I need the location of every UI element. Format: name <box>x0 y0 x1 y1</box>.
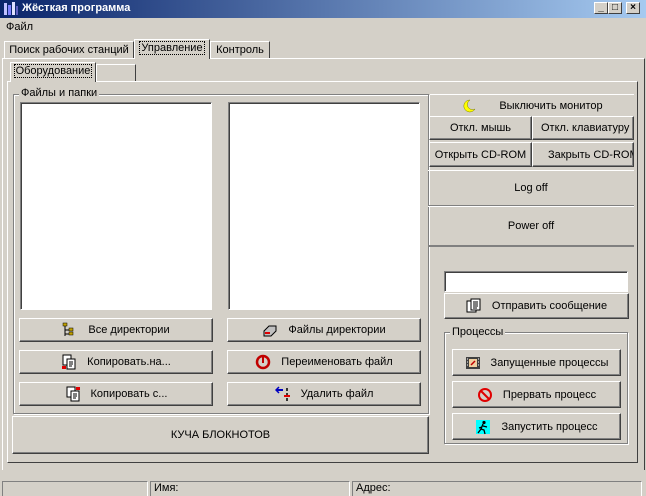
close-button[interactable]: × <box>626 2 640 14</box>
menu-file[interactable]: Файл <box>6 21 33 33</box>
file-list[interactable] <box>228 102 420 310</box>
title-bar[interactable]: Жёсткая программа _ □ × <box>0 0 646 18</box>
moon-icon <box>463 99 476 113</box>
tab-control[interactable]: Управление <box>134 39 210 59</box>
directory-files-button[interactable]: Файлы директории <box>227 318 421 342</box>
copy-to-button[interactable]: Копировать.на... <box>19 350 213 374</box>
maximize-icon: □ <box>611 2 619 13</box>
monitor-off-button[interactable]: Выключить монитор <box>430 94 634 117</box>
subtab-blank[interactable] <box>96 64 136 81</box>
minimize-icon: _ <box>598 2 604 13</box>
message-input[interactable] <box>444 271 628 292</box>
film-icon <box>465 356 480 369</box>
delete-file-button[interactable]: Удалить файл <box>227 382 421 406</box>
status-address: Адрес: <box>352 481 642 496</box>
keyboard-off-button[interactable]: Откл. клавиатуру <box>532 116 634 140</box>
stop-icon <box>477 387 492 402</box>
tree-icon <box>63 322 74 336</box>
poweroff-button[interactable]: Power off <box>428 206 634 247</box>
notepads-button[interactable]: КУЧА БЛОКНОТОВ <box>12 416 429 454</box>
processes-group-label: Процессы <box>450 326 506 338</box>
cd-open-button[interactable]: Открыть CD-ROM <box>429 142 532 167</box>
status-cell-blank <box>2 481 148 496</box>
copy-from-icon <box>66 386 80 402</box>
kill-process-button[interactable]: Прервать процесс <box>452 381 621 408</box>
delete-icon <box>274 386 290 401</box>
directory-list[interactable] <box>20 102 212 310</box>
copy-icon <box>62 354 76 370</box>
subtab-hardware[interactable]: Оборудование <box>10 62 96 82</box>
run-icon <box>476 419 491 434</box>
window-title: Жёсткая программа <box>22 2 131 14</box>
copy-from-button[interactable]: Копировать с... <box>19 382 213 406</box>
send-message-button[interactable]: Отправить сообщение <box>444 293 629 319</box>
app-icon <box>4 2 18 15</box>
rename-file-button[interactable]: Переименовать файл <box>227 350 421 374</box>
cd-close-button[interactable]: Закрыть CD-ROM <box>532 142 634 167</box>
mouse-off-button[interactable]: Откл. мышь <box>429 116 532 140</box>
message-icon <box>466 298 481 313</box>
close-icon: × <box>630 2 636 13</box>
drive-icon <box>263 325 277 337</box>
minimize-button[interactable]: _ <box>594 2 608 14</box>
running-processes-button[interactable]: Запущенные процессы <box>452 349 621 376</box>
menu-bar: Файл <box>0 18 646 38</box>
logoff-button[interactable]: Log off <box>428 170 634 206</box>
tab-workstation-search[interactable]: Поиск рабочих станций <box>4 41 134 58</box>
status-name: Имя: <box>150 481 350 496</box>
tab-monitoring[interactable]: Контроль <box>210 41 270 58</box>
start-process-button[interactable]: Запустить процесс <box>452 413 621 440</box>
files-group-label: Файлы и папки <box>19 87 100 99</box>
all-directories-button[interactable]: Все директории <box>19 318 213 342</box>
rename-icon <box>256 354 271 370</box>
maximize-button[interactable]: □ <box>608 2 622 14</box>
